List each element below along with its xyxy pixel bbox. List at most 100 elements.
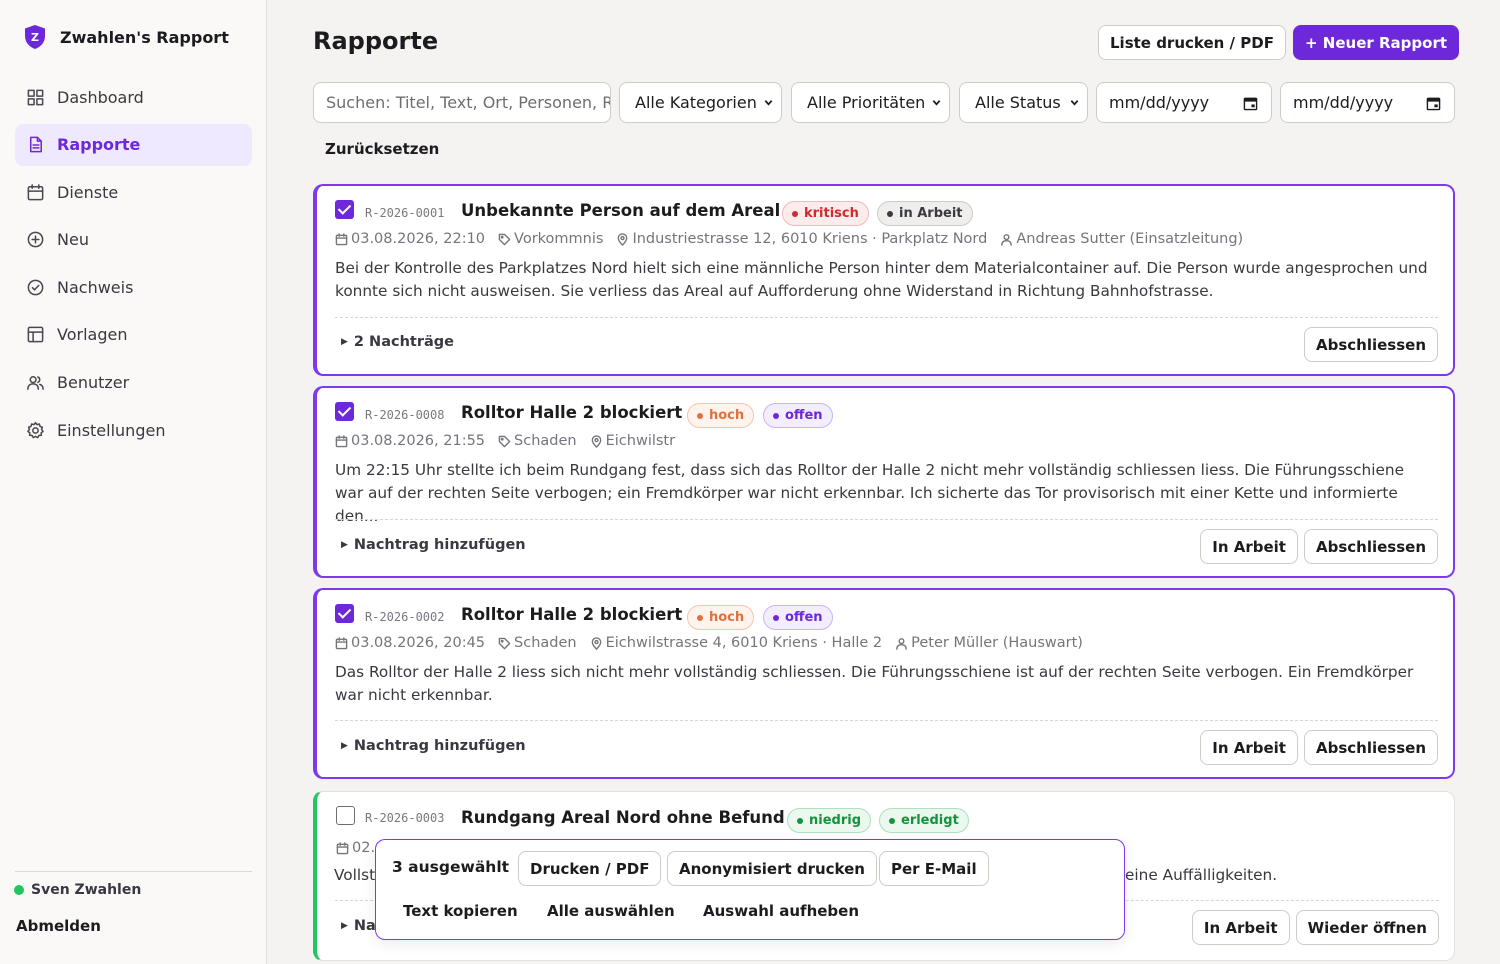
close-report-button[interactable]: Abschliessen: [1303, 730, 1438, 765]
sidebar-item-label: Rapporte: [57, 135, 141, 155]
online-status-dot: [14, 885, 24, 895]
user-icon: [1001, 233, 1013, 246]
report-title[interactable]: Rundgang Areal Nord ohne Befund: [461, 808, 785, 827]
sidebar-item-einstellungen[interactable]: Einstellungen: [15, 409, 252, 451]
tag-icon: [498, 637, 511, 649]
search-input[interactable]: Suchen: Titel, Text, Ort, Personen, R: [313, 82, 611, 123]
logout-link[interactable]: Abmelden: [16, 917, 101, 935]
bulk-print-button[interactable]: Drucken / PDF: [518, 851, 662, 886]
category-select-value: Alle Kategorien: [635, 93, 757, 112]
sidebar-divider: [15, 871, 252, 872]
priority-badge: hoch: [687, 605, 755, 630]
page-title: Rapporte: [313, 27, 439, 55]
report-title[interactable]: Rolltor Halle 2 blockiert: [461, 403, 682, 422]
date-to-input[interactable]: mm/dd/yyyy: [1280, 82, 1455, 123]
card-actions: In Arbeit Abschliessen: [1200, 529, 1438, 564]
meta-location: Eichwilstrasse 4, 6010 Kriens · Halle 2: [590, 635, 882, 651]
sidebar-item-label: Nachweis: [57, 277, 134, 297]
add-addendum-toggle[interactable]: ▶ Nachtrag hinzufügen: [341, 738, 526, 754]
report-card: R-2026-0001 Unbekannte Person auf dem Ar…: [313, 184, 1455, 376]
sidebar-item-nachweis[interactable]: Nachweis: [15, 266, 252, 308]
copy-text-button[interactable]: Text kopieren: [403, 902, 518, 920]
card-actions: In Arbeit Abschliessen: [1200, 730, 1438, 765]
bulk-anon-print-button[interactable]: Anonymisiert drucken: [667, 851, 877, 886]
close-report-button[interactable]: Abschliessen: [1303, 529, 1438, 564]
status-select[interactable]: Alle Status: [959, 82, 1088, 123]
select-all-button[interactable]: Alle auswählen: [547, 902, 675, 920]
dashboard-icon: [27, 89, 44, 105]
addendum-label: Nachtrag hinzufügen: [353, 738, 526, 754]
report-id: R-2026-0003: [365, 811, 445, 825]
badge-label: erledigt: [901, 813, 959, 828]
calendar-icon: [1243, 97, 1258, 111]
bulk-email-button[interactable]: Per E-Mail: [879, 851, 989, 886]
sidebar-item-dashboard[interactable]: Dashboard: [15, 76, 252, 118]
reset-filters-button[interactable]: Zurücksetzen: [325, 140, 439, 158]
caret-right-icon: ▶: [341, 540, 348, 550]
sidebar-item-neu[interactable]: Neu: [15, 219, 252, 261]
gear-icon: [27, 421, 44, 439]
chevron-down-icon: [1070, 100, 1079, 106]
sidebar-item-vorlagen[interactable]: Vorlagen: [15, 314, 252, 356]
addendum-label: Nachtrag hinzufügen: [353, 537, 526, 553]
sidebar-item-label: Dashboard: [57, 87, 144, 107]
sidebar-item-dienste[interactable]: Dienste: [15, 171, 252, 213]
badge-dot: [889, 817, 895, 824]
print-list-button[interactable]: Liste drucken / PDF: [1098, 25, 1286, 60]
badge-label: offen: [785, 408, 823, 423]
in-progress-button[interactable]: In Arbeit: [1191, 910, 1290, 945]
report-meta: 03.08.2026, 20:45 Schaden Eichwilstrasse…: [335, 635, 1096, 651]
badge-dot: [773, 412, 779, 419]
addendum-label: 2 Nachträge: [353, 334, 454, 350]
report-card: R-2026-0002 Rolltor Halle 2 blockiert ho…: [313, 588, 1455, 779]
in-progress-button[interactable]: In Arbeit: [1200, 529, 1298, 564]
status-select-value: Alle Status: [975, 93, 1061, 112]
meta-date-text: 03.08.2026, 21:55: [351, 433, 486, 449]
tag-icon: [498, 233, 511, 245]
meta-date: 03.08.2026, 21:55: [335, 433, 485, 449]
date-from-input[interactable]: mm/dd/yyyy: [1096, 82, 1272, 123]
select-checkbox[interactable]: [336, 806, 355, 825]
user-icon: [896, 637, 907, 650]
badge-dot: [797, 817, 803, 824]
reopen-button[interactable]: Wieder öffnen: [1295, 910, 1439, 945]
map-pin-icon: [591, 636, 601, 650]
addendum-toggle[interactable]: ▶ Na: [341, 918, 376, 934]
in-progress-button[interactable]: In Arbeit: [1200, 730, 1298, 765]
report-meta: 03.08.2026, 21:55 Schaden Eichwilstr: [335, 433, 688, 449]
sidebar-item-label: Vorlagen: [57, 325, 128, 345]
calendar-icon: [27, 183, 44, 201]
caret-right-icon: ▶: [341, 337, 348, 347]
select-checkbox[interactable]: [335, 200, 354, 219]
report-title[interactable]: Rolltor Halle 2 blockiert: [461, 605, 682, 624]
badge-dot: [792, 210, 798, 217]
new-report-button[interactable]: + Neuer Rapport: [1293, 25, 1460, 60]
calendar-icon: [335, 636, 348, 649]
addendum-label: Na: [353, 918, 376, 934]
report-text: Um 22:15 Uhr stellte ich beim Rundgang f…: [335, 461, 1405, 525]
status-badge: offen: [763, 605, 833, 630]
selection-count: 3 ausgewählt: [392, 858, 510, 876]
sidebar-item-benutzer[interactable]: Benutzer: [15, 362, 252, 404]
report-title[interactable]: Unbekannte Person auf dem Areal: [461, 201, 780, 220]
badge-label: hoch: [709, 610, 745, 625]
caret-right-icon: ▶: [341, 741, 348, 751]
badge-dot: [697, 412, 703, 419]
brand[interactable]: Z Zwahlen's Rapport: [24, 24, 229, 50]
sidebar-item-label: Benutzer: [57, 373, 130, 393]
badge-label: niedrig: [809, 813, 862, 828]
card-actions: In Arbeit Wieder öffnen: [1191, 910, 1439, 945]
priority-select[interactable]: Alle Prioritäten: [791, 82, 950, 123]
clear-selection-button[interactable]: Auswahl aufheben: [703, 902, 859, 920]
report-id: R-2026-0002: [365, 610, 445, 624]
meta-person: Peter Müller (Hauswart): [895, 635, 1083, 651]
document-icon: [29, 136, 42, 153]
add-addendum-toggle[interactable]: ▶ Nachtrag hinzufügen: [341, 537, 526, 553]
sidebar-item-rapporte[interactable]: Rapporte: [15, 123, 252, 166]
category-select[interactable]: Alle Kategorien: [619, 82, 782, 123]
select-checkbox[interactable]: [335, 604, 354, 623]
meta-location: Industriestrasse 12, 6010 Kriens · Parkp…: [616, 231, 987, 247]
close-report-button[interactable]: Abschliessen: [1303, 327, 1438, 362]
addendum-toggle[interactable]: ▶ 2 Nachträge: [341, 334, 454, 350]
select-checkbox[interactable]: [335, 402, 354, 421]
